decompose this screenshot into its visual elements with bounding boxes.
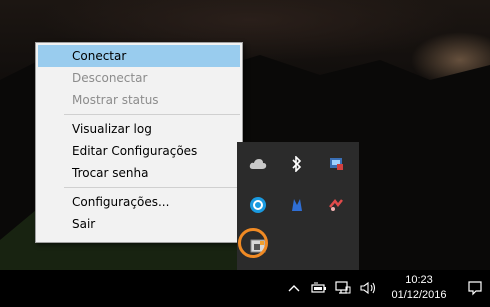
context-menu: Conectar Desconectar Mostrar status Visu… xyxy=(35,42,243,243)
battery-icon[interactable] xyxy=(310,279,328,297)
blue-app-icon[interactable] xyxy=(287,195,307,215)
menu-item-conectar[interactable]: Conectar xyxy=(38,45,240,67)
volume-icon[interactable] xyxy=(359,279,379,297)
highlight-ring xyxy=(238,228,268,258)
menu-separator xyxy=(64,187,240,188)
menu-separator xyxy=(64,114,240,115)
circle-app-icon[interactable] xyxy=(248,195,268,215)
clock-date[interactable]: 01/12/2016 xyxy=(388,289,450,301)
menu-item-desconectar[interactable]: Desconectar xyxy=(36,67,242,89)
menu-item-visualizar-log[interactable]: Visualizar log xyxy=(36,118,242,140)
menu-item-sair[interactable]: Sair xyxy=(36,213,242,235)
notification-icon[interactable] xyxy=(466,279,484,297)
network-app-icon[interactable] xyxy=(326,154,346,174)
taskbar: 10:23 01/12/2016 xyxy=(0,270,490,307)
menu-item-trocar-senha[interactable]: Trocar senha xyxy=(36,162,242,184)
menu-item-configuracoes[interactable]: Configurações... xyxy=(36,191,242,213)
chevron-up-icon[interactable] xyxy=(287,279,301,297)
cloud-icon[interactable] xyxy=(248,154,268,174)
menu-item-mostrar-status[interactable]: Mostrar status xyxy=(36,89,242,111)
bluetooth-icon[interactable] xyxy=(287,154,307,174)
red-app-icon[interactable] xyxy=(326,195,346,215)
network-icon[interactable] xyxy=(334,279,352,297)
menu-item-editar-configuracoes[interactable]: Editar Configurações xyxy=(36,140,242,162)
clock-time[interactable]: 10:23 xyxy=(388,274,450,286)
